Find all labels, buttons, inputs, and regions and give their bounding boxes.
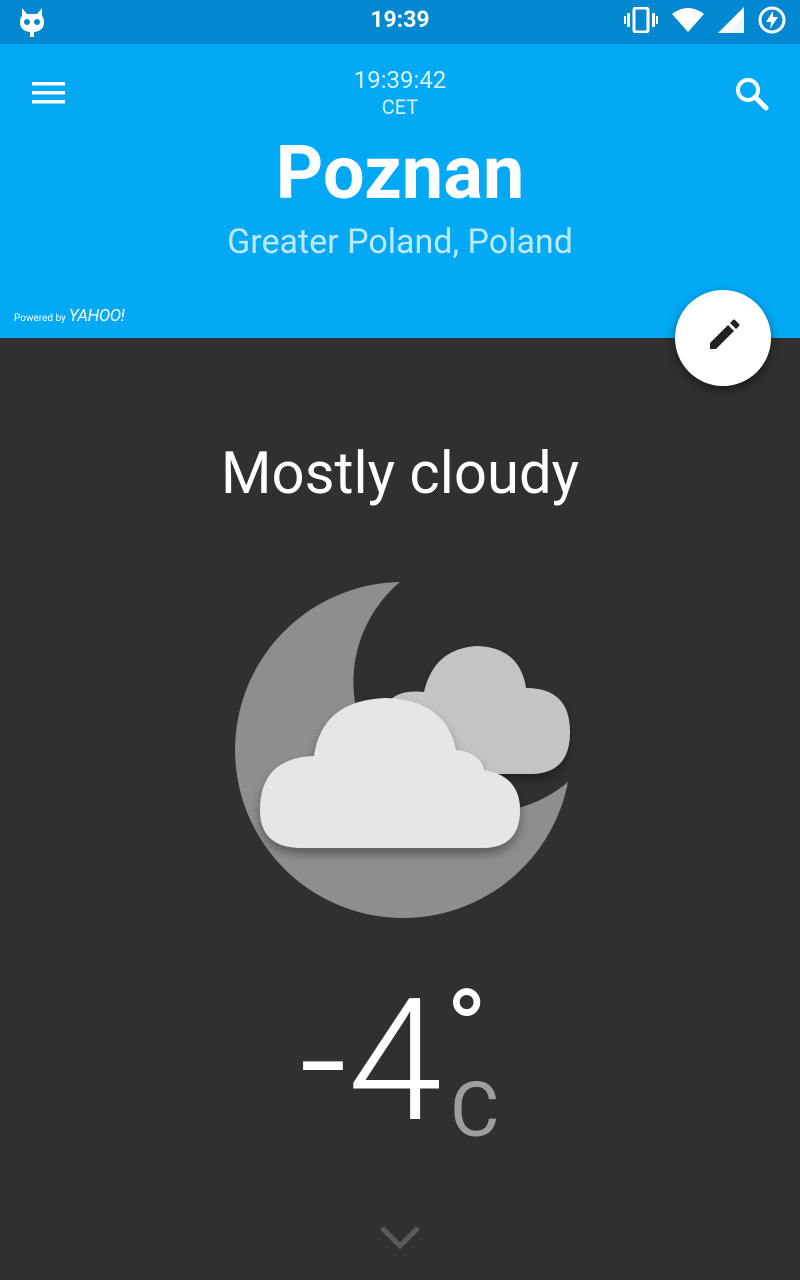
region-name: Greater Poland, Poland xyxy=(227,222,573,262)
wifi-icon xyxy=(672,8,704,36)
edit-pencil-icon xyxy=(706,319,740,357)
temperature-value: -4 xyxy=(298,961,442,1161)
timezone-label: CET xyxy=(381,95,419,119)
expand-details-button[interactable] xyxy=(378,1220,422,1254)
cell-signal-icon xyxy=(718,7,744,37)
weather-condition: Mostly cloudy xyxy=(220,440,580,508)
local-clock: 19:39:42 xyxy=(353,66,447,94)
battery-charging-icon xyxy=(758,6,786,38)
city-name: Poznan xyxy=(275,130,525,217)
chevron-down-icon xyxy=(378,1226,422,1258)
status-bar: 19:39 xyxy=(0,0,800,44)
search-button[interactable] xyxy=(730,72,774,116)
powered-by-yahoo[interactable]: Powered by YAHOO! xyxy=(14,306,125,326)
moon-with-clouds-icon xyxy=(220,570,580,930)
temperature-unit: C xyxy=(450,1065,500,1155)
search-icon xyxy=(730,78,774,120)
powered-by-label: Powered by xyxy=(14,313,66,324)
yahoo-logo: YAHOO! xyxy=(68,306,125,326)
temperature-block: -4 ° C xyxy=(0,976,800,1155)
edit-location-button[interactable] xyxy=(675,290,771,386)
vibrate-icon xyxy=(624,6,658,37)
app-header: 19:39:42 CET Poznan Greater Poland, Pola… xyxy=(0,44,800,338)
